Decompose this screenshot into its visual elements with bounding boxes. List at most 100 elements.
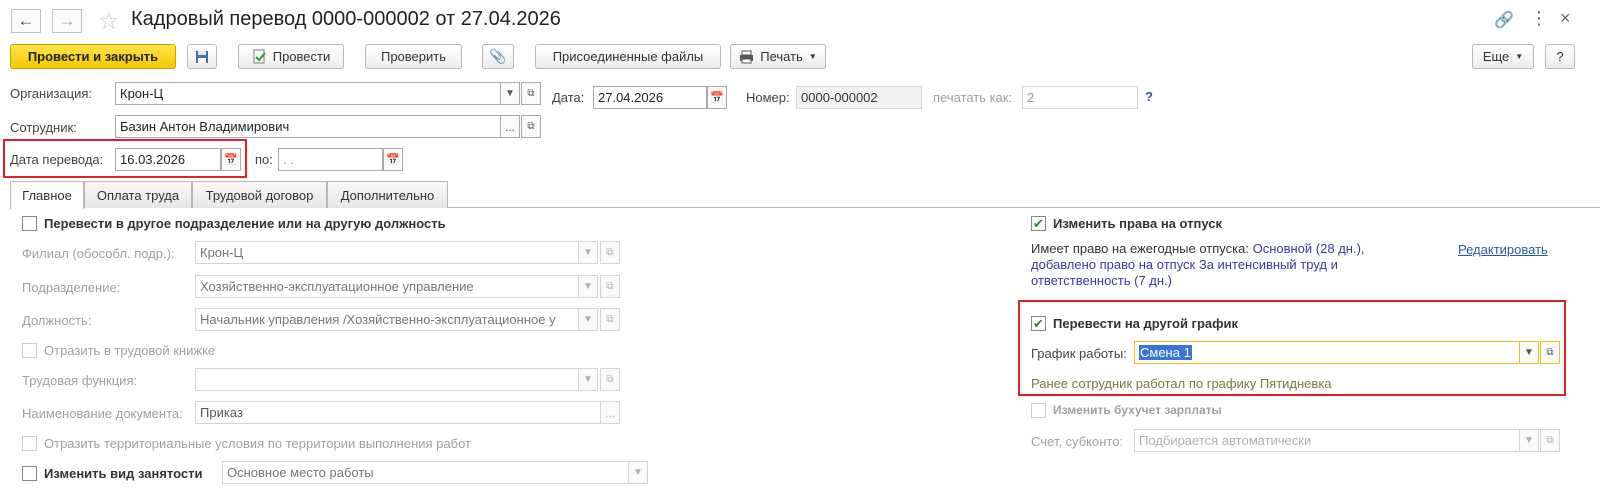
org-dropdown-button[interactable]: ▼ [500,82,520,105]
tab-label: Оплата труда [96,187,180,203]
number-field: 0000-000002 [796,86,922,109]
labor-func-dropdown-button[interactable]: ▼ [578,368,598,391]
transfer-date-label: Дата перевода: [10,152,104,167]
tab-payment[interactable]: Оплата труда [84,181,192,208]
schedule-checkbox[interactable]: ✔ [1031,316,1046,331]
transfer-dept-checkbox[interactable] [22,216,37,231]
favorite-star-icon[interactable]: ☆ [98,7,120,36]
check-button[interactable]: Проверить [365,44,462,69]
print-as-label: печатать как: [933,90,1013,105]
save-icon [196,50,208,63]
employee-field[interactable]: Базин Антон Владимирович [115,115,501,138]
to-date-field[interactable]: . . [278,148,383,171]
schedule-dropdown-button[interactable]: ▼ [1519,341,1539,364]
schedule-field[interactable]: Смена 1 [1134,341,1520,364]
doc-name-select-button[interactable]: ... [600,401,620,424]
doc-name-label: Наименование документа: [22,406,183,421]
close-icon[interactable]: × [1560,8,1571,29]
more-icon[interactable]: ⋮ [1530,8,1548,29]
transfer-dept-label: Перевести в другое подразделение или на … [44,216,446,231]
territorial-label: Отразить территориальные условия по терр… [44,436,471,451]
dept-label: Подразделение: [22,280,121,295]
date-field[interactable]: 27.04.2026 [593,86,707,109]
calendar-icon: 📅 [710,92,724,104]
open-window-icon: ⧉ [606,247,614,258]
transfer-date-field[interactable]: 16.03.2026 [115,148,221,171]
account-dropdown-button[interactable]: ▼ [1519,429,1539,452]
chevron-down-icon: ▼ [583,281,593,292]
employee-select-button[interactable]: ... [500,115,520,138]
branch-label: Филиал (обособл. подр.): [22,246,175,261]
position-open-button[interactable]: ⧉ [600,308,620,331]
print-button[interactable]: Печать ▼ [730,44,826,69]
back-button[interactable]: ← [11,9,41,33]
schedule-open-button[interactable]: ⧉ [1540,341,1560,364]
dropdown-arrow-icon: ▼ [1515,52,1524,61]
number-label: Номер: [746,90,790,105]
check-label: Проверить [380,49,446,64]
vacation-label: Изменить права на отпуск [1053,216,1222,231]
more-button[interactable]: Еще ▼ [1472,44,1534,69]
tab-label: Главное [22,188,72,203]
schedule-value: Смена 1 [1139,345,1192,360]
date-calendar-button[interactable]: 📅 [707,86,727,109]
org-field[interactable]: Крон-Ц [115,82,501,105]
labor-func-field[interactable] [195,368,579,391]
tab-contract[interactable]: Трудовой договор [192,181,327,208]
account-open-button[interactable]: ⧉ [1540,429,1560,452]
open-window-icon: ⧉ [606,374,614,385]
ellipsis-icon: ... [604,405,615,420]
account-field[interactable]: Подбирается автоматически [1134,429,1520,452]
position-field[interactable]: Начальник управления /Хозяйственно-экспл… [195,308,579,331]
post-button[interactable]: Провести [238,44,344,69]
org-open-button[interactable]: ⧉ [521,82,541,105]
position-dropdown-button[interactable]: ▼ [578,308,598,331]
employment-field[interactable]: Основное место работы [222,461,629,484]
vacation-info-line3: ответственность (7 дн.) [1031,273,1173,288]
schedule-label: График работы: [1031,346,1127,361]
attached-files-label: Присоединенные файлы [552,49,704,64]
workbook-checkbox[interactable] [22,343,37,358]
territorial-checkbox[interactable] [22,436,37,451]
help-question[interactable]: ? [1145,89,1153,104]
branch-field[interactable]: Крон-Ц [195,241,579,264]
vacation-checkbox[interactable]: ✔ [1031,216,1046,231]
tab-label: Трудовой договор [205,187,314,203]
dept-open-button[interactable]: ⧉ [600,275,620,298]
dept-dropdown-button[interactable]: ▼ [578,275,598,298]
labor-func-open-button[interactable]: ⧉ [600,368,620,391]
transfer-date-calendar-button[interactable]: 📅 [221,148,241,171]
post-label: Провести [272,49,331,64]
employment-checkbox[interactable] [22,466,37,481]
employment-dropdown-button[interactable]: ▼ [628,461,648,484]
open-window-icon: ⧉ [1546,435,1554,446]
org-label: Организация: [10,86,93,101]
arrow-left-icon: ← [17,11,35,30]
forward-button[interactable]: → [52,9,82,33]
chevron-down-icon: ▼ [633,467,643,478]
post-and-close-button[interactable]: Провести и закрыть [10,44,176,69]
save-button[interactable] [187,44,217,69]
help-button[interactable]: ? [1545,44,1575,69]
open-window-icon: ⧉ [1546,347,1554,358]
employee-open-button[interactable]: ⧉ [521,115,541,138]
chevron-down-icon: ▼ [1524,435,1534,446]
attached-files-button[interactable]: Присоединенные файлы [535,44,721,69]
edit-vacation-link[interactable]: Редактировать [1458,242,1548,257]
tab-additional[interactable]: Дополнительно [327,181,448,208]
accounting-checkbox[interactable] [1031,403,1046,418]
arrow-right-icon: → [58,11,76,30]
attach-button[interactable]: 📎 [482,44,514,69]
labor-func-label: Трудовая функция: [22,373,138,388]
dept-field[interactable]: Хозяйственно-эксплуатационное управление [195,275,579,298]
print-as-field[interactable]: 2 [1022,86,1138,109]
post-and-close-label: Провести и закрыть [27,49,159,64]
link-icon[interactable]: 🔗 [1494,10,1514,30]
workbook-label: Отразить в трудовой книжке [44,343,216,358]
tab-main[interactable]: Главное [10,181,84,209]
chevron-down-icon: ▼ [505,88,515,99]
doc-name-field[interactable]: Приказ [195,401,601,424]
branch-dropdown-button[interactable]: ▼ [578,241,598,264]
branch-open-button[interactable]: ⧉ [600,241,620,264]
to-date-calendar-button[interactable]: 📅 [383,148,403,171]
